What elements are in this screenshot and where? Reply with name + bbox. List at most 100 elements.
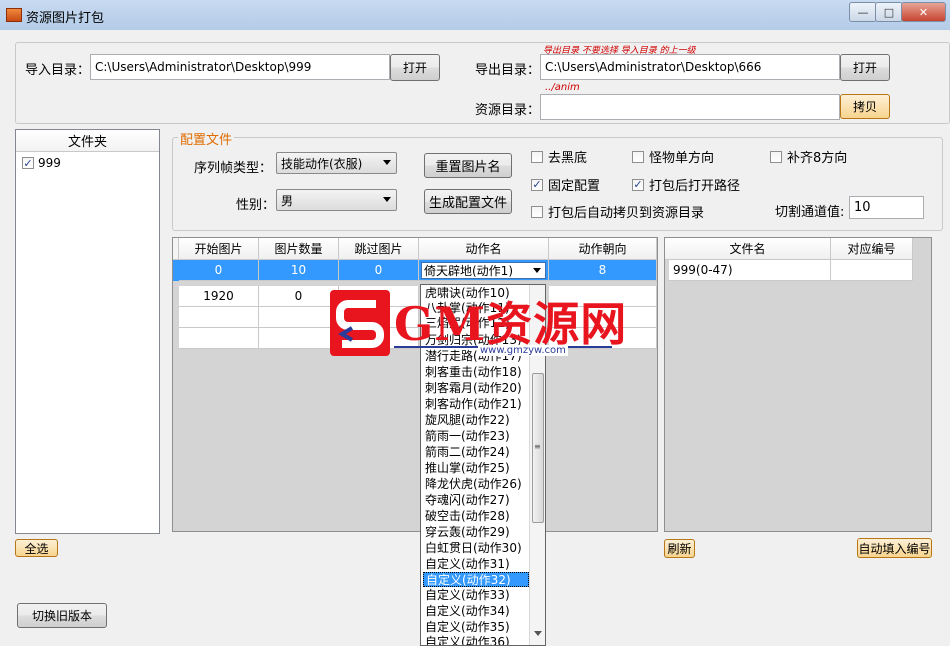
dropdown-item[interactable]: 推山掌(动作25) bbox=[423, 461, 510, 476]
option-remove-black-checkbox[interactable] bbox=[531, 150, 543, 163]
grip-icon: ≡ bbox=[534, 442, 541, 451]
option-monster-single-direction-label: 怪物单方向 bbox=[649, 151, 715, 166]
option-monster-single-direction-checkbox[interactable] bbox=[632, 150, 644, 163]
folder-header: 文件夹 bbox=[16, 130, 159, 152]
import-path-input[interactable]: C:\Users\Administrator\Desktop\999 bbox=[90, 54, 390, 80]
folder-list[interactable]: 文件夹 ✓ 999 bbox=[15, 129, 160, 534]
minimize-button[interactable]: — bbox=[849, 2, 877, 22]
table-cell[interactable]: 0 bbox=[259, 286, 339, 307]
option-remove-black-label: 去黑底 bbox=[548, 151, 588, 166]
action-name-combo[interactable]: 倚天辟地(动作1) bbox=[421, 261, 546, 279]
option-auto-copy-to-resource-checkbox[interactable] bbox=[531, 205, 543, 218]
dropdown-item[interactable]: 刺客动作(动作21) bbox=[423, 397, 522, 412]
switch-version-button[interactable]: 切换旧版本 bbox=[17, 603, 107, 628]
dropdown-item[interactable]: 刺客霜月(动作20) bbox=[423, 381, 522, 396]
dropdown-item[interactable]: 自定义(动作33) bbox=[423, 588, 510, 603]
table-cell[interactable]: 10 bbox=[259, 260, 339, 281]
dropdown-item[interactable]: 自定义(动作36) bbox=[423, 635, 510, 645]
export-path-input[interactable]: C:\Users\Administrator\Desktop\666 bbox=[540, 54, 840, 80]
dropdown-item[interactable]: 刺客重击(动作18) bbox=[423, 365, 522, 380]
option-fixed-config-label: 固定配置 bbox=[548, 179, 601, 194]
table-cell[interactable] bbox=[831, 260, 913, 281]
sequence-type-value: 技能动作(衣服) bbox=[281, 156, 363, 171]
dropdown-item[interactable]: 箭雨一(动作23) bbox=[423, 429, 510, 444]
window-title: 资源图片打包 bbox=[26, 11, 105, 26]
app-icon bbox=[6, 8, 22, 22]
option-auto-copy-to-resource[interactable]: 打包后自动拷贝到资源目录 bbox=[531, 202, 704, 221]
option-open-path-after-pack-checkbox[interactable]: ✓ bbox=[632, 178, 644, 191]
option-fill-8-directions-checkbox[interactable] bbox=[770, 150, 782, 163]
chevron-down-icon bbox=[533, 267, 541, 273]
table-cell[interactable]: 0 bbox=[339, 260, 419, 281]
col-header-action-name[interactable]: 动作名 bbox=[419, 238, 549, 260]
dropdown-item[interactable]: 穿云轰(动作29) bbox=[423, 525, 510, 540]
file-grid: 文件名 对应编号 999(0-47) bbox=[664, 237, 932, 532]
dropdown-item[interactable]: 夺魂闪(动作27) bbox=[423, 493, 510, 508]
import-label: 导入目录： bbox=[25, 63, 91, 78]
close-button[interactable]: ✕ bbox=[901, 2, 946, 22]
action-name-cell[interactable]: 倚天辟地(动作1) bbox=[419, 260, 549, 281]
dropdown-item[interactable]: 旋风腿(动作22) bbox=[423, 413, 510, 428]
dropdown-item[interactable]: 白虹贯日(动作30) bbox=[423, 541, 522, 556]
resource-label: 资源目录： bbox=[475, 103, 541, 118]
table-cell[interactable] bbox=[259, 328, 339, 349]
option-monster-single-direction[interactable]: 怪物单方向 bbox=[632, 147, 714, 166]
config-legend: 配置文件 bbox=[178, 129, 235, 148]
title-bar: 资源图片打包 — □ ✕ bbox=[0, 0, 950, 30]
import-open-button[interactable]: 打开 bbox=[390, 54, 440, 81]
resource-path-input[interactable] bbox=[540, 94, 840, 120]
table-cell[interactable] bbox=[179, 328, 259, 349]
dropdown-item-selected[interactable]: 自定义(动作32) bbox=[423, 572, 529, 587]
action-grid: 开始图片 图片数量 跳过图片 动作名 动作朝向 0 10 0 倚天辟地(动作1)… bbox=[172, 237, 658, 532]
folder-item[interactable]: ✓ 999 bbox=[22, 156, 61, 170]
chevron-down-icon bbox=[383, 160, 391, 165]
option-fixed-config[interactable]: ✓ 固定配置 bbox=[531, 175, 600, 194]
maximize-button[interactable]: □ bbox=[875, 2, 903, 22]
option-open-path-after-pack-label: 打包后打开路径 bbox=[649, 179, 741, 194]
copy-button[interactable]: 拷贝 bbox=[840, 94, 890, 119]
refresh-button[interactable]: 刷新 bbox=[664, 539, 695, 558]
table-cell[interactable]: 1920 bbox=[179, 286, 259, 307]
cut-channel-input[interactable]: 10 bbox=[849, 196, 924, 219]
folder-item-label: 999 bbox=[38, 156, 61, 170]
auto-fill-number-button[interactable]: 自动填入编号 bbox=[857, 538, 932, 558]
dropdown-item[interactable]: 破空击(动作28) bbox=[423, 509, 510, 524]
sequence-label: 序列帧类型： bbox=[194, 161, 273, 176]
app-window: 资源图片打包 — □ ✕ 导入目录： C:\Users\Administrato… bbox=[0, 0, 950, 646]
option-remove-black[interactable]: 去黑底 bbox=[531, 147, 587, 166]
col-header-mapped-number[interactable]: 对应编号 bbox=[831, 238, 913, 260]
generate-config-button[interactable]: 生成配置文件 bbox=[424, 189, 512, 214]
table-cell[interactable]: 8 bbox=[549, 260, 657, 281]
export-open-button[interactable]: 打开 bbox=[840, 54, 890, 81]
col-header-skip-images[interactable]: 跳过图片 bbox=[339, 238, 419, 260]
sequence-type-select[interactable]: 技能动作(衣服) bbox=[276, 152, 397, 174]
dropdown-item[interactable]: 降龙伏虎(动作26) bbox=[423, 477, 522, 492]
scroll-down-icon[interactable] bbox=[534, 631, 542, 636]
col-header-direction[interactable]: 动作朝向 bbox=[549, 238, 657, 260]
table-cell[interactable] bbox=[259, 307, 339, 328]
gender-select[interactable]: 男 bbox=[276, 189, 397, 211]
dropdown-item[interactable]: 箭雨二(动作24) bbox=[423, 445, 510, 460]
dropdown-item[interactable]: 自定义(动作35) bbox=[423, 620, 510, 635]
col-header-image-count[interactable]: 图片数量 bbox=[259, 238, 339, 260]
cut-channel-label: 切割通道值: bbox=[775, 205, 845, 220]
select-all-button[interactable]: 全选 bbox=[15, 539, 58, 557]
dropdown-item[interactable]: 自定义(动作31) bbox=[423, 557, 510, 572]
gender-value: 男 bbox=[281, 193, 294, 208]
option-open-path-after-pack[interactable]: ✓ 打包后打开路径 bbox=[632, 175, 740, 194]
folder-item-checkbox[interactable]: ✓ bbox=[22, 157, 34, 169]
table-cell[interactable]: 999(0-47) bbox=[669, 260, 831, 281]
dropdown-item[interactable]: 自定义(动作34) bbox=[423, 604, 510, 619]
export-label: 导出目录： bbox=[475, 63, 541, 78]
col-header-file-name[interactable]: 文件名 bbox=[665, 238, 831, 260]
option-auto-copy-to-resource-label: 打包后自动拷贝到资源目录 bbox=[548, 206, 705, 221]
table-cell[interactable] bbox=[179, 307, 259, 328]
gender-label: 性别： bbox=[236, 198, 276, 213]
col-header-start-image[interactable]: 开始图片 bbox=[179, 238, 259, 260]
watermark-url: www.gmzyw.com bbox=[478, 345, 568, 356]
action-name-value: 倚天辟地(动作1) bbox=[424, 263, 513, 278]
table-cell[interactable]: 0 bbox=[179, 260, 259, 281]
option-fill-8-directions[interactable]: 补齐8方向 bbox=[770, 147, 847, 166]
reset-image-names-button[interactable]: 重置图片名 bbox=[424, 153, 512, 178]
option-fixed-config-checkbox[interactable]: ✓ bbox=[531, 178, 543, 191]
